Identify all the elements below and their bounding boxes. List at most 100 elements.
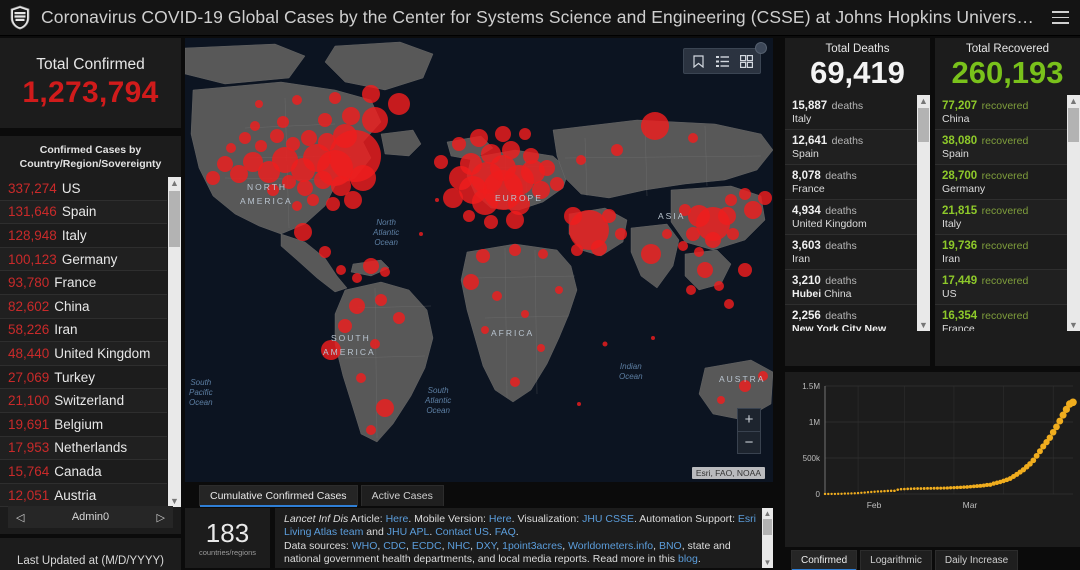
countries-count-value: 183 <box>206 519 249 547</box>
link-faq[interactable]: FAQ <box>495 526 516 538</box>
country-row[interactable]: 128,948Italy <box>0 224 167 248</box>
deaths-row[interactable]: 4,934 deathsUnited Kingdom <box>785 200 917 235</box>
link-worldometers[interactable]: Worldometers.info <box>568 540 653 552</box>
link-dxy[interactable]: DXY <box>476 540 496 552</box>
map-zoom-controls[interactable]: + − <box>737 408 761 454</box>
recovered-list[interactable]: 77,207 recoveredChina38,080 recoveredSpa… <box>935 95 1067 331</box>
country-row[interactable]: 12,051Austria <box>0 484 167 507</box>
svg-text:Feb: Feb <box>867 500 882 510</box>
link-contact-us[interactable]: Contact US <box>435 526 489 538</box>
total-deaths-value: 69,419 <box>785 55 930 91</box>
svg-text:1M: 1M <box>809 418 820 427</box>
deaths-place: Spain <box>792 148 911 161</box>
deaths-row[interactable]: 15,887 deathsItaly <box>785 95 917 130</box>
country-row[interactable]: 19,691Belgium <box>0 413 167 437</box>
map-tab-bar[interactable]: Cumulative Confirmed CasesActive Cases <box>185 482 773 506</box>
chart-tab[interactable]: Logarithmic <box>860 550 932 570</box>
recovered-scrollbar-thumb[interactable] <box>1068 108 1079 142</box>
country-row[interactable]: 100,123Germany <box>0 248 167 272</box>
deaths-row[interactable]: 8,078 deathsFrance <box>785 165 917 200</box>
map-tab[interactable]: Active Cases <box>361 485 444 506</box>
deaths-scroll-down-icon[interactable]: ▼ <box>919 319 928 331</box>
deaths-place: United Kingdom <box>792 218 911 231</box>
jhu-shield-icon <box>5 4 35 32</box>
link-ecdc[interactable]: ECDC <box>412 540 442 552</box>
legend-list-icon[interactable] <box>711 50 733 72</box>
deaths-scrollbar-thumb[interactable] <box>918 108 929 142</box>
credits-scrollbar-thumb[interactable] <box>763 519 772 535</box>
country-list[interactable]: 337,274US131,646Spain128,948Italy100,123… <box>0 177 167 507</box>
chart-tab[interactable]: Confirmed <box>791 550 857 570</box>
link-1point3acres[interactable]: 1point3acres <box>502 540 562 552</box>
map-tools-bar[interactable] <box>683 48 761 74</box>
hamburger-menu-icon[interactable] <box>1040 0 1080 36</box>
recovered-row[interactable]: 19,736 recoveredIran <box>935 235 1067 270</box>
deaths-row[interactable]: 3,210 deathsHubei China <box>785 270 917 305</box>
country-row[interactable]: 21,100Switzerland <box>0 389 167 413</box>
map-tab[interactable]: Cumulative Confirmed Cases <box>199 485 358 506</box>
country-count: 15,764 <box>8 464 49 479</box>
deaths-scroll-up-icon[interactable]: ▲ <box>919 95 928 107</box>
link-who[interactable]: WHO <box>352 540 378 552</box>
bookmark-icon[interactable] <box>687 50 709 72</box>
zoom-in-button[interactable]: + <box>738 409 760 432</box>
link-blog[interactable]: blog <box>678 553 698 565</box>
deaths-row[interactable]: 3,603 deathsIran <box>785 235 917 270</box>
credits-scroll-up-icon[interactable]: ▲ <box>764 508 772 519</box>
deaths-scrollbar[interactable]: ▲ ▼ <box>917 95 930 331</box>
chart-tab-bar[interactable]: ConfirmedLogarithmicDaily Increase <box>785 550 1080 570</box>
scroll-up-icon[interactable]: ▲ <box>170 177 179 189</box>
chart-tab[interactable]: Daily Increase <box>935 550 1018 570</box>
recovered-count: 28,700 <box>942 170 977 182</box>
recovered-unit: recovered <box>982 275 1029 287</box>
link-jhu-csse[interactable]: JHU CSSE <box>582 513 634 525</box>
zoom-out-button[interactable]: − <box>738 432 760 454</box>
country-row[interactable]: 131,646Spain <box>0 201 167 225</box>
deaths-row[interactable]: 12,641 deathsSpain <box>785 130 917 165</box>
link-bno[interactable]: BNO <box>659 540 682 552</box>
link-here-2[interactable]: Here <box>489 513 512 525</box>
recovered-row[interactable]: 21,815 recoveredItaly <box>935 200 1067 235</box>
scrollbar-thumb[interactable] <box>169 191 180 247</box>
recovered-row[interactable]: 16,354 recoveredFrance <box>935 305 1067 331</box>
country-name: Netherlands <box>54 440 127 455</box>
country-count: 128,948 <box>8 228 57 243</box>
recovered-scroll-up-icon[interactable]: ▲ <box>1069 95 1078 107</box>
recovered-scroll-down-icon[interactable]: ▼ <box>1069 319 1078 331</box>
country-list-scrollbar[interactable]: ▲ ▼ <box>168 177 181 507</box>
recovered-row[interactable]: 28,700 recoveredGermany <box>935 165 1067 200</box>
triangle-right-icon[interactable]: ▷ <box>157 511 165 524</box>
deaths-row[interactable]: 2,256 deathsNew York City New York US <box>785 305 917 331</box>
credits-text-9: Data sources: <box>284 540 352 552</box>
country-row[interactable]: 48,440United Kingdom <box>0 342 167 366</box>
world-map[interactable]: NORTH AMERICA SOUTH AMERICA EUROPE AFRIC… <box>185 38 773 482</box>
link-jhu-apl[interactable]: JHU APL <box>387 526 430 538</box>
admin-level-selector[interactable]: ◁ Admin0 ▷ <box>8 506 173 528</box>
country-row[interactable]: 17,953Netherlands <box>0 437 167 461</box>
basemap-gallery-icon[interactable] <box>735 50 757 72</box>
country-count: 19,691 <box>8 417 49 432</box>
credits-text-3: . Visualization: <box>512 513 582 525</box>
country-row[interactable]: 27,069Turkey <box>0 366 167 390</box>
recovered-row[interactable]: 38,080 recoveredSpain <box>935 130 1067 165</box>
recovered-scrollbar[interactable]: ▲ ▼ <box>1067 95 1080 331</box>
triangle-left-icon[interactable]: ◁ <box>16 511 24 524</box>
link-nhc[interactable]: NHC <box>447 540 470 552</box>
link-here-1[interactable]: Here <box>386 513 409 525</box>
credits-scrollbar[interactable]: ▲ ▼ <box>762 508 773 568</box>
recovered-row[interactable]: 17,449 recoveredUS <box>935 270 1067 305</box>
deaths-list[interactable]: 15,887 deathsItaly12,641 deathsSpain8,07… <box>785 95 917 331</box>
credits-scroll-down-icon[interactable]: ▼ <box>764 557 772 568</box>
country-row[interactable]: 82,602China <box>0 295 167 319</box>
country-name: Iran <box>54 322 77 337</box>
country-count: 12,051 <box>8 488 49 503</box>
link-cdc[interactable]: CDC <box>383 540 406 552</box>
country-row[interactable]: 15,764Canada <box>0 460 167 484</box>
recovered-row[interactable]: 77,207 recoveredChina <box>935 95 1067 130</box>
country-row[interactable]: 93,780France <box>0 271 167 295</box>
cumulative-cases-chart-panel: 0500k1M1.5MFebMar <box>785 372 1080 547</box>
recovered-unit: recovered <box>982 170 1029 182</box>
country-row[interactable]: 58,226Iran <box>0 319 167 343</box>
country-row[interactable]: 337,274US <box>0 177 167 201</box>
basemap-toggle-icon[interactable] <box>755 42 767 54</box>
